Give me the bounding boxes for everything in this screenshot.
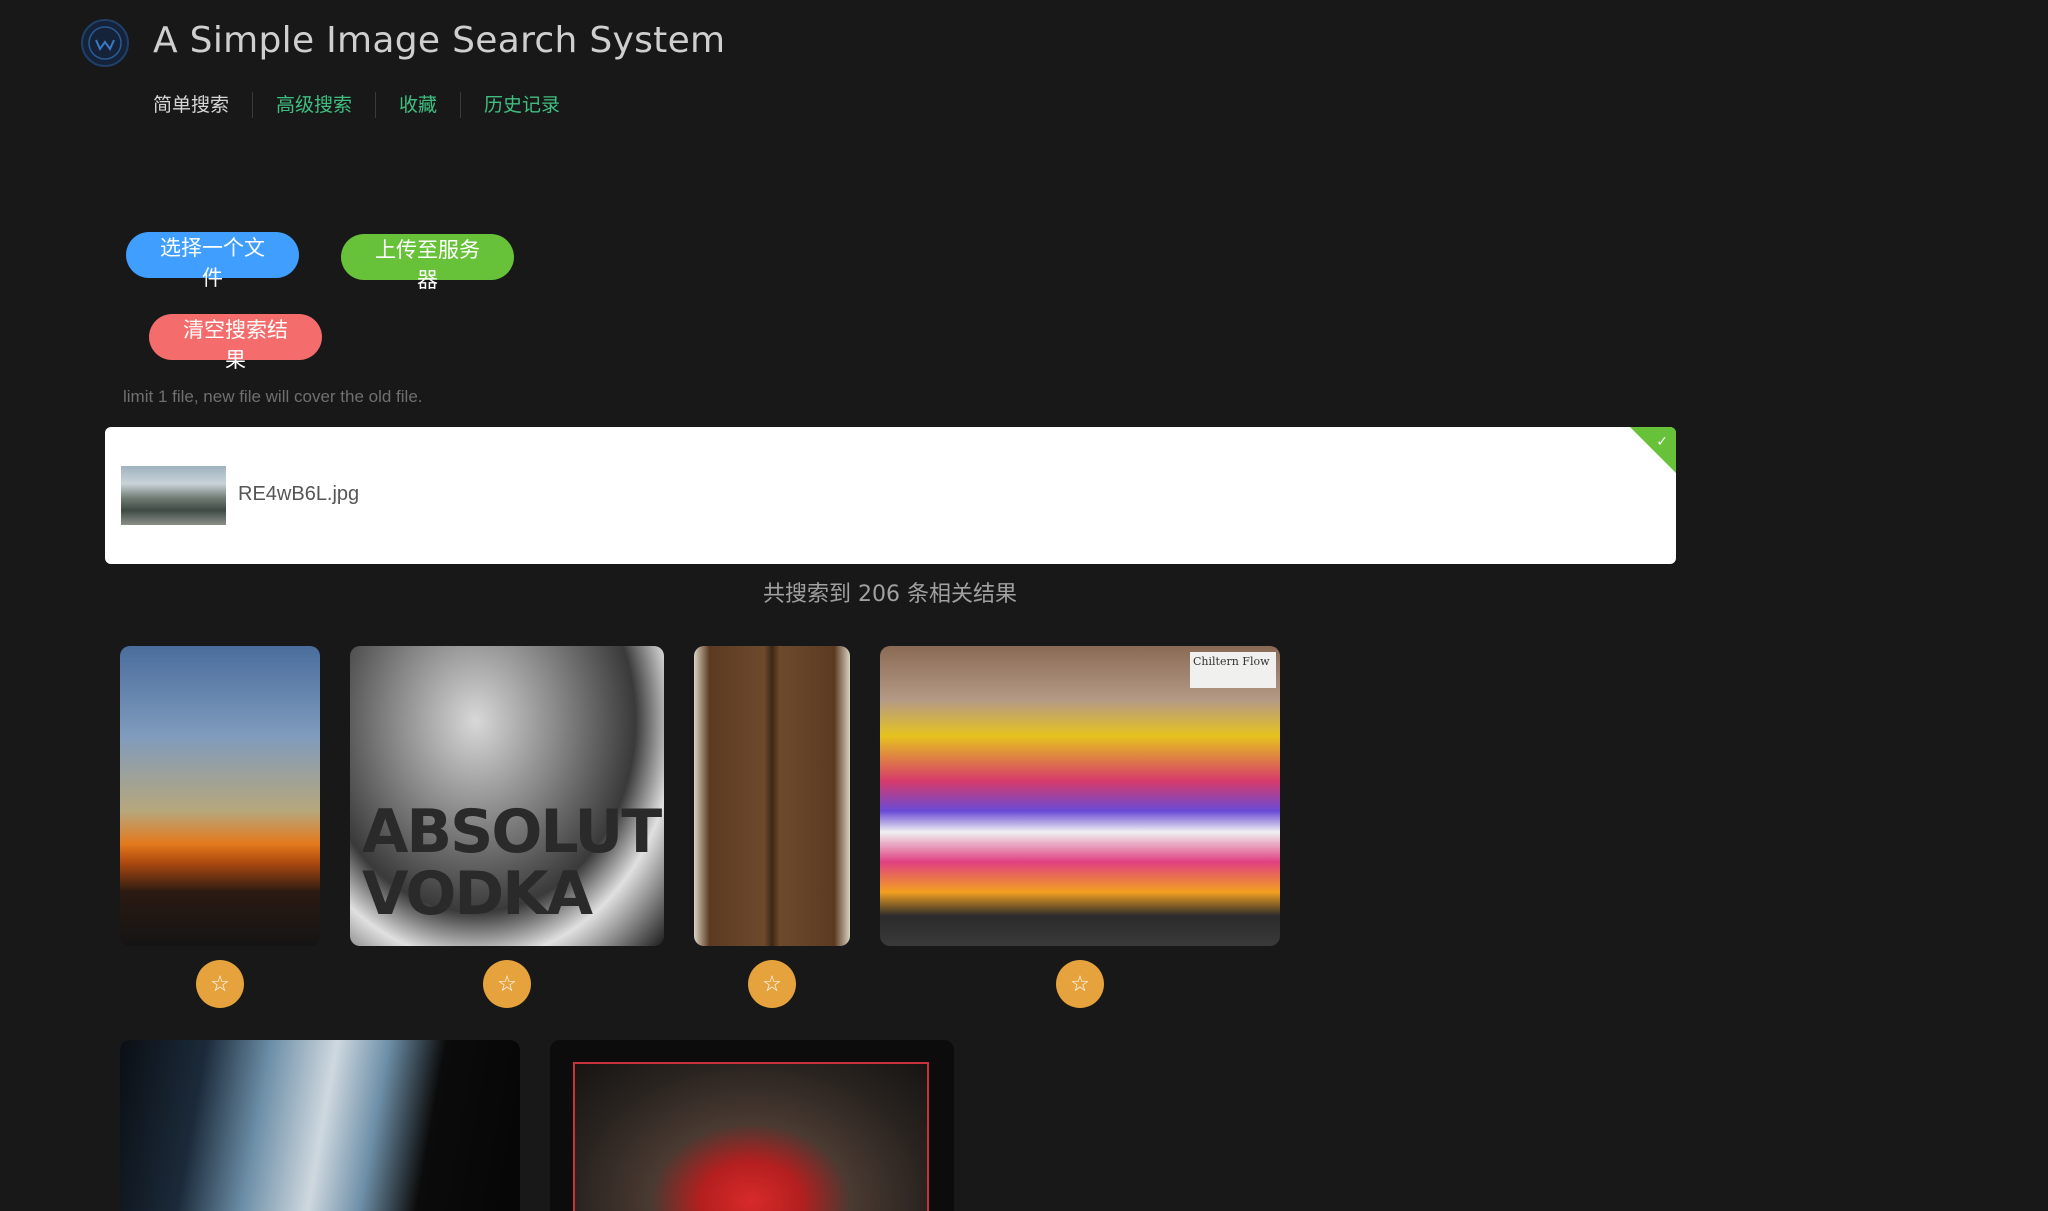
result-image-flowers[interactable]: Chiltern Flow [880,646,1280,946]
upload-to-server-button[interactable]: 上传至服务器 [341,234,514,292]
upload-success-badge [1630,427,1676,473]
result-image-door[interactable] [694,646,850,946]
nav-item-favorites[interactable]: 收藏 [375,92,460,118]
result-count: 共搜索到 206 条相关结果 [763,582,1017,607]
flower-shop-sign: Chiltern Flow [1190,652,1276,688]
star-icon: ☆ [762,971,782,996]
choose-file-button[interactable]: 选择一个文件 [126,232,299,290]
star-icon: ☆ [210,971,230,996]
nav-item-history[interactable]: 历史记录 [460,92,583,118]
app-title: A Simple Image Search System [153,20,726,61]
favorite-button[interactable]: ☆ [196,960,244,1008]
uploaded-file-name: RE4wB6L.jpg [238,483,360,505]
check-icon: ✓ [1656,433,1668,449]
favorite-button[interactable]: ☆ [1056,960,1104,1008]
vodka-label-text: ABSOLUT VODKA [362,797,662,929]
result-image-vodka[interactable]: ABSOLUT VODKA [350,646,664,946]
main-nav: 简单搜索 高级搜索 收藏 历史记录 [153,90,583,120]
result-image-lily[interactable] [550,1040,954,1211]
page: A Simple Image Search System 简单搜索 高级搜索 收… [0,0,2048,1211]
result-image-sunset[interactable] [120,646,320,946]
star-icon: ☆ [497,971,517,996]
uploaded-file-thumbnail [121,466,226,525]
nav-item-simple-search[interactable]: 简单搜索 [153,92,252,118]
clear-results-button[interactable]: 清空搜索结果 [149,314,322,372]
favorite-button[interactable]: ☆ [483,960,531,1008]
logo-icon [81,19,129,67]
favorite-button[interactable]: ☆ [748,960,796,1008]
lily-photo [573,1062,929,1211]
nav-item-advanced-search[interactable]: 高级搜索 [252,92,375,118]
uploaded-file-card[interactable]: RE4wB6L.jpg ✓ [105,427,1676,564]
star-icon: ☆ [1070,971,1090,996]
upload-tip: limit 1 file, new file will cover the ol… [123,387,423,406]
result-image-building[interactable] [120,1040,520,1211]
